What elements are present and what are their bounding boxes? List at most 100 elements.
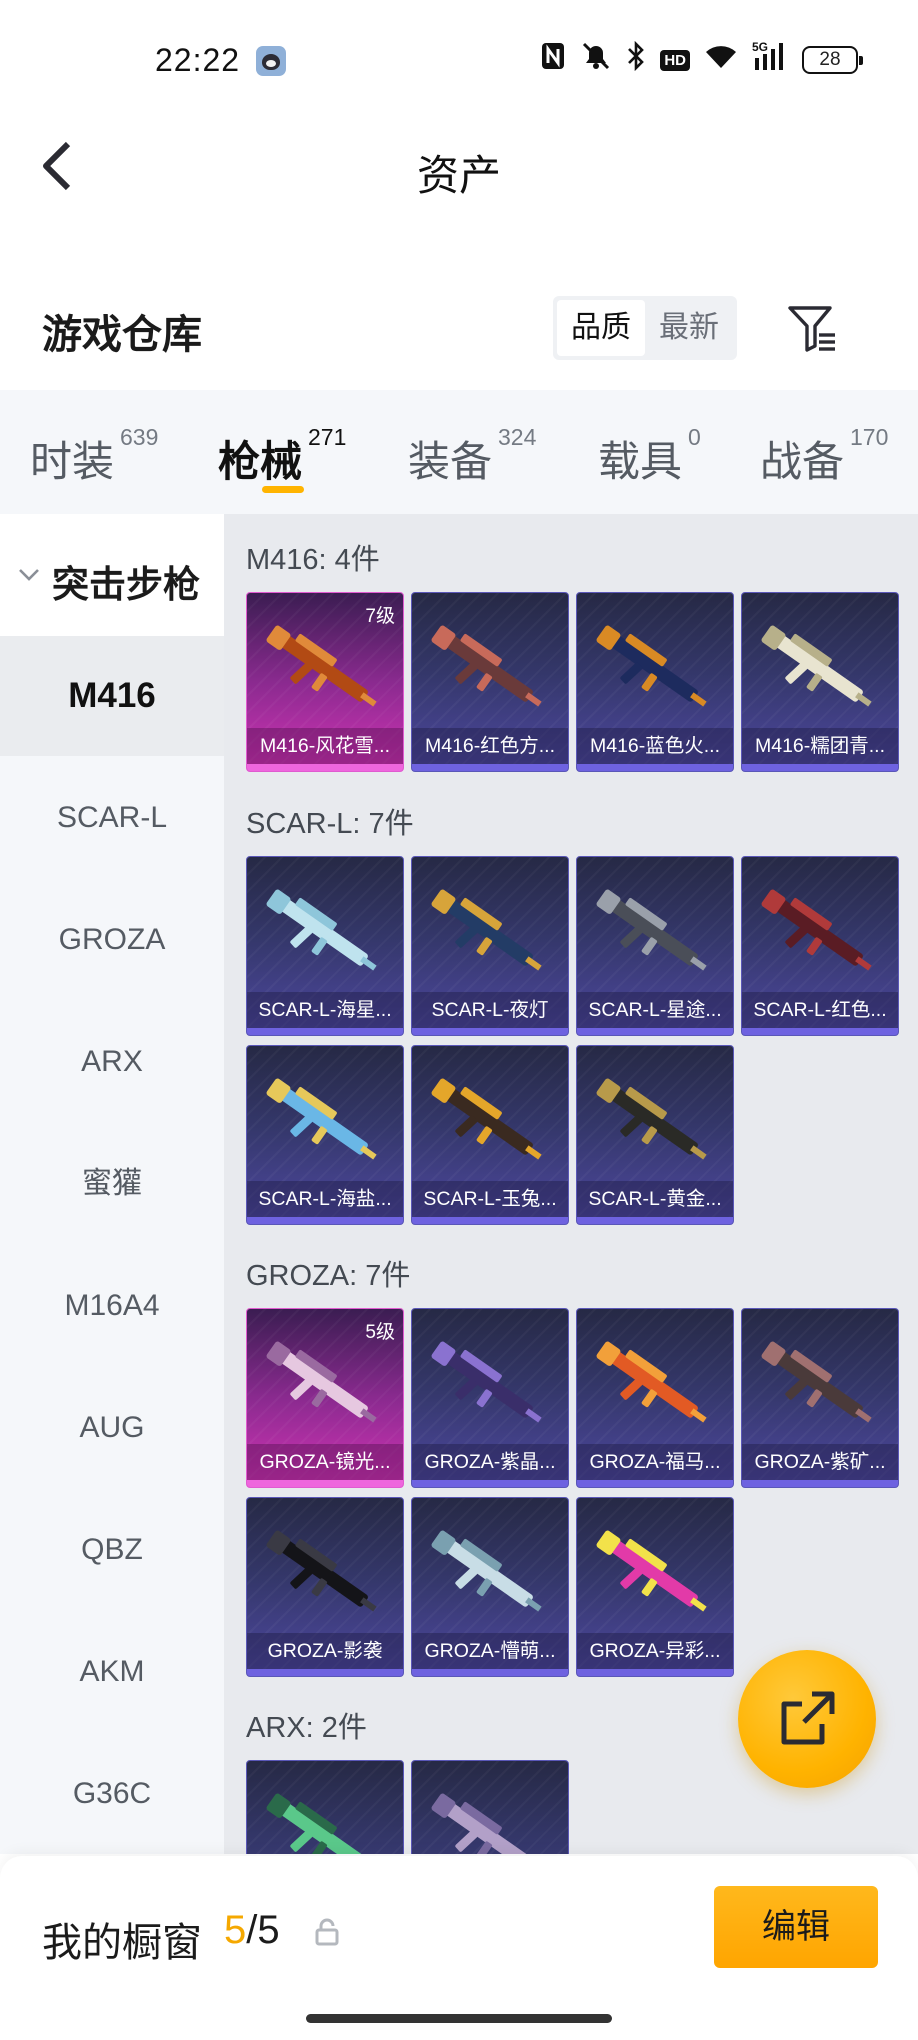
weapon-skin-icon — [266, 889, 377, 971]
share-button[interactable] — [738, 1650, 876, 1788]
skin-name: M416-蓝色火... — [577, 728, 733, 764]
sidebar-item-g36c[interactable]: G36C — [0, 1734, 224, 1854]
sidebar-group-assault-rifles[interactable]: 突击步枪 — [0, 514, 224, 636]
section-title-arx: ARX: 2件 — [246, 1712, 367, 1744]
skin-card[interactable]: M416-红色方... — [411, 592, 569, 772]
showcase-title: 我的橱窗 — [42, 1921, 202, 1965]
skin-card[interactable] — [246, 1760, 404, 1854]
sidebar-item-qbz[interactable]: QBZ — [0, 1490, 224, 1610]
skin-name: GROZA-福马... — [577, 1444, 733, 1480]
tab-count: 639 — [120, 424, 159, 450]
nfc-icon — [540, 41, 566, 80]
sidebar-item-m16a4[interactable]: M16A4 — [0, 1246, 224, 1366]
skin-card[interactable]: 5级 GROZA-镜光... — [246, 1308, 404, 1488]
rarity-strip — [412, 1217, 568, 1224]
battery-icon: 28 — [802, 46, 863, 74]
warehouse-title: 游戏仓库 — [42, 313, 202, 357]
skin-name: SCAR-L-星途... — [577, 992, 733, 1028]
skin-card[interactable]: GROZA-异彩... — [576, 1497, 734, 1677]
tab-count: 324 — [498, 424, 537, 450]
skin-name: M416-红色方... — [412, 728, 568, 764]
tab-supplies[interactable]: 战备170 — [760, 424, 888, 489]
weapon-skin-icon — [761, 1341, 872, 1423]
tab-fashion[interactable]: 时装639 — [30, 424, 158, 489]
rarity-strip — [247, 1217, 403, 1224]
rarity-strip — [412, 1028, 568, 1035]
weapon-skin-icon — [761, 889, 872, 971]
sidebar-item-scar-l[interactable]: SCAR-L — [0, 758, 224, 878]
top-nav: 资产 — [0, 122, 918, 222]
weapon-skin-icon — [431, 889, 542, 971]
active-tab-indicator — [262, 486, 304, 493]
sidebar-item-honey-badger[interactable]: 蜜獾 — [0, 1124, 224, 1244]
skin-card[interactable]: SCAR-L-黄金... — [576, 1045, 734, 1225]
skin-card[interactable]: M416-蓝色火... — [576, 592, 734, 772]
rarity-strip — [577, 1480, 733, 1487]
skin-card[interactable]: GROZA-紫矿... — [741, 1308, 899, 1488]
sidebar-item-aug[interactable]: AUG — [0, 1368, 224, 1488]
skin-card[interactable]: M416-糯团青... — [741, 592, 899, 772]
weapon-skin-icon — [431, 1793, 533, 1854]
weapon-skin-icon — [266, 1078, 377, 1160]
sort-by-newest[interactable]: 最新 — [645, 300, 733, 356]
app-notification-icon — [256, 46, 286, 76]
weapon-sidebar: 突击步枪 M416 SCAR-L GROZA ARX 蜜獾 M16A4 AUG … — [0, 514, 224, 1854]
rarity-strip — [412, 1480, 568, 1487]
skin-name: SCAR-L-海盐... — [247, 1181, 403, 1217]
sidebar-item-arx[interactable]: ARX — [0, 1002, 224, 1122]
skin-name: SCAR-L-海星... — [247, 992, 403, 1028]
tab-equipment[interactable]: 装备324 — [408, 424, 536, 489]
category-tabs: 时装639 枪械271 装备324 载具0 战备170 — [0, 390, 918, 514]
home-indicator — [306, 2014, 612, 2023]
rarity-strip — [247, 1028, 403, 1035]
edit-button[interactable]: 编辑 — [714, 1886, 878, 1968]
skin-card[interactable]: SCAR-L-夜灯 — [411, 856, 569, 1036]
weapon-skin-icon — [266, 625, 377, 707]
skin-name: SCAR-L-玉兔... — [412, 1181, 568, 1217]
hd-icon: HD — [660, 49, 690, 71]
skin-card[interactable]: GROZA-懵萌... — [411, 1497, 569, 1677]
skin-card[interactable]: GROZA-紫晶... — [411, 1308, 569, 1488]
unlock-icon — [315, 1918, 339, 1946]
rarity-strip — [577, 764, 733, 771]
showcase-count: 5/5 — [224, 1908, 280, 1952]
rarity-strip — [412, 764, 568, 771]
status-bar: 22:22 HD 5G 28 — [0, 0, 918, 122]
weapon-skin-icon — [596, 1341, 707, 1423]
skin-card[interactable]: SCAR-L-海星... — [246, 856, 404, 1036]
sidebar-item-groza[interactable]: GROZA — [0, 880, 224, 1000]
skin-card[interactable]: SCAR-L-红色... — [741, 856, 899, 1036]
bluetooth-icon — [626, 40, 646, 80]
skin-card[interactable]: SCAR-L-星途... — [576, 856, 734, 1036]
weapon-skin-icon — [266, 1530, 377, 1612]
chevron-down-icon — [19, 569, 39, 581]
skin-card[interactable]: SCAR-L-海盐... — [246, 1045, 404, 1225]
skin-card[interactable]: GROZA-影袭 — [246, 1497, 404, 1677]
weapon-skin-icon — [596, 1078, 707, 1160]
weapon-skin-icon — [596, 625, 707, 707]
weapon-skin-icon — [431, 1341, 542, 1423]
weapon-skin-icon — [596, 889, 707, 971]
skin-card[interactable]: GROZA-福马... — [576, 1308, 734, 1488]
rarity-strip — [742, 764, 898, 771]
weapon-skin-icon — [431, 1078, 542, 1160]
showcase-bar: 我的橱窗 5/5 编辑 — [0, 1856, 918, 2040]
skin-level-badge: 5级 — [365, 1322, 395, 1343]
skin-name: GROZA-紫晶... — [412, 1444, 568, 1480]
skin-card[interactable]: SCAR-L-玉兔... — [411, 1045, 569, 1225]
skin-card[interactable] — [411, 1760, 569, 1854]
tab-vehicles[interactable]: 载具0 — [598, 424, 701, 489]
skin-name: SCAR-L-夜灯 — [412, 992, 568, 1028]
skin-name: M416-糯团青... — [742, 728, 898, 764]
skin-card[interactable]: 7级 M416-风花雪... — [246, 592, 404, 772]
skin-name: GROZA-懵萌... — [412, 1633, 568, 1669]
sort-by-quality[interactable]: 品质 — [557, 300, 645, 356]
rarity-strip — [577, 1028, 733, 1035]
section-title-groza: GROZA: 7件 — [246, 1260, 411, 1292]
sidebar-item-akm[interactable]: AKM — [0, 1612, 224, 1732]
section-title-scar-l: SCAR-L: 7件 — [246, 808, 414, 840]
skin-name: GROZA-异彩... — [577, 1633, 733, 1669]
filter-icon[interactable] — [786, 302, 838, 354]
tab-firearms[interactable]: 枪械271 — [218, 424, 346, 489]
sidebar-item-m416[interactable]: M416 — [0, 636, 224, 756]
